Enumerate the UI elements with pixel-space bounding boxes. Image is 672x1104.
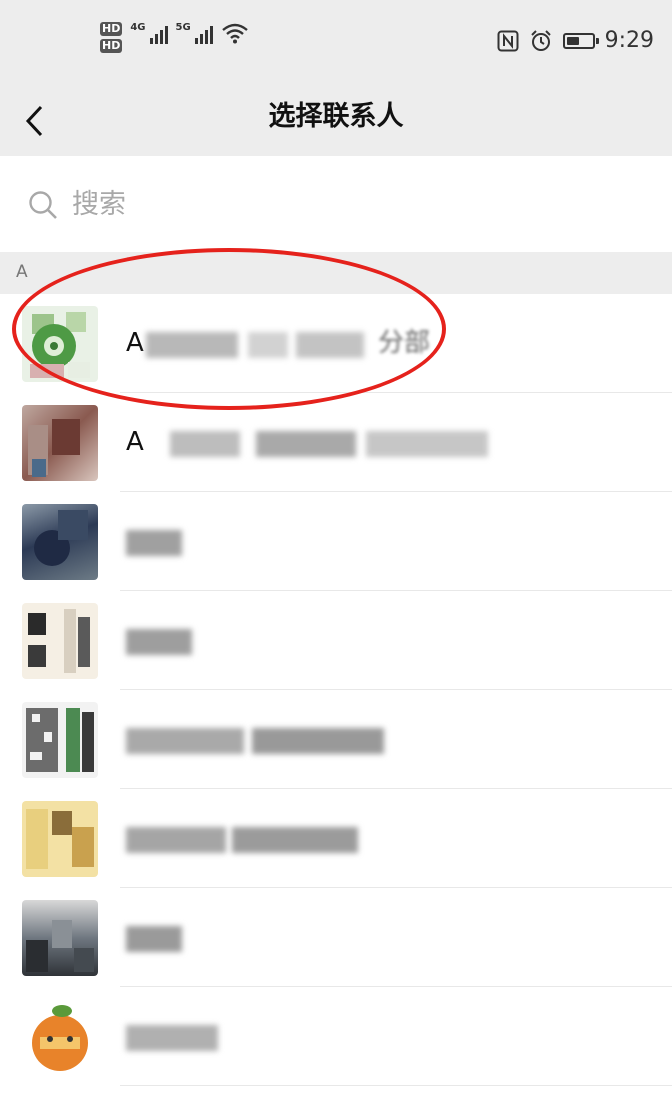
- signal-5g-icon: 5G: [176, 22, 213, 44]
- section-header: A: [0, 252, 672, 294]
- contact-avatar: [22, 504, 98, 580]
- signal-4g-icon: 4G: [130, 22, 168, 44]
- battery-fill: [566, 36, 579, 45]
- contact-row[interactable]: [0, 789, 672, 888]
- contact-avatar: [22, 702, 98, 778]
- hd-badges: HD HD: [100, 22, 123, 53]
- contact-name: A: [126, 427, 144, 457]
- contact-row[interactable]: [0, 888, 672, 987]
- search-input[interactable]: 搜索: [72, 186, 126, 224]
- status-right: 9:29: [497, 28, 654, 53]
- contact-avatar: [22, 405, 98, 481]
- contact-row[interactable]: [0, 492, 672, 591]
- page-title: 选择联系人: [268, 101, 404, 132]
- contact-row[interactable]: [0, 591, 672, 690]
- section-letter: A: [16, 262, 28, 282]
- search-bar[interactable]: 搜索: [0, 156, 672, 252]
- contact-name-tail: 分部: [378, 328, 431, 358]
- status-left: HD HD 4G 5G: [100, 22, 249, 53]
- contact-avatar: [22, 801, 98, 877]
- status-bar: HD HD 4G 5G 9:29: [0, 0, 672, 86]
- contact-row[interactable]: [0, 690, 672, 789]
- clock: 9:29: [604, 28, 654, 53]
- network-type-label: 4G: [130, 22, 146, 33]
- nfc-icon: [497, 30, 519, 51]
- contact-row[interactable]: A 分部: [0, 294, 672, 393]
- wifi-icon: [221, 23, 248, 44]
- hd-badge: HD: [100, 22, 123, 36]
- contact-row[interactable]: [0, 987, 672, 1086]
- contact-name: A: [126, 328, 144, 358]
- search-icon: [29, 191, 57, 219]
- row-divider: [120, 1085, 672, 1086]
- network-type-label: 5G: [175, 22, 191, 33]
- contact-avatar: [22, 306, 98, 382]
- contact-list: A 分部 A: [0, 294, 672, 1086]
- contact-avatar: [22, 999, 98, 1075]
- battery-icon: [562, 32, 599, 49]
- alarm-icon: [530, 29, 551, 51]
- contact-avatar: [22, 900, 98, 976]
- contact-row[interactable]: A: [0, 393, 672, 492]
- contact-avatar: [22, 603, 98, 679]
- hd-badge: HD: [100, 39, 123, 53]
- nav-bar: 选择联系人: [0, 86, 672, 156]
